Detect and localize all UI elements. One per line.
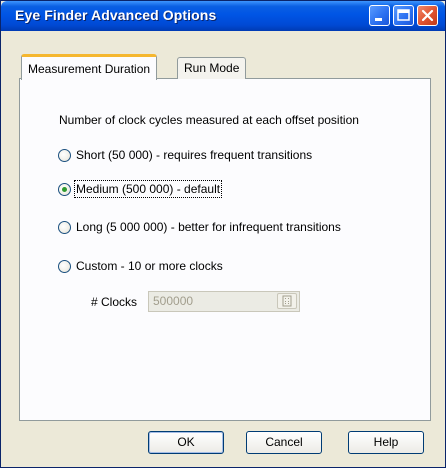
calculator-button[interactable] — [277, 293, 297, 309]
dialog-window: Eye Finder Advanced Options Measurement … — [0, 0, 446, 468]
ok-button[interactable]: OK — [148, 431, 224, 454]
radio-label[interactable]: Short (50 000) - requires frequent trans… — [76, 148, 312, 162]
help-button[interactable]: Help — [348, 431, 424, 454]
radio-label[interactable]: Long (5 000 000) - better for infrequent… — [76, 220, 341, 234]
intro-text: Number of clock cycles measured at each … — [59, 113, 359, 127]
radio-selected-dot — [62, 187, 67, 192]
radio-label[interactable]: Custom - 10 or more clocks — [76, 259, 223, 273]
minimize-button[interactable] — [369, 5, 390, 26]
maximize-button[interactable] — [393, 5, 414, 26]
radio-label[interactable]: Medium (500 000) - default — [73, 180, 223, 198]
window-title: Eye Finder Advanced Options — [15, 7, 217, 23]
tab-measurement-duration[interactable]: Measurement Duration — [21, 54, 158, 80]
maximize-icon — [397, 9, 410, 21]
calculator-icon — [282, 295, 292, 307]
radio-button[interactable] — [58, 260, 71, 273]
radio-button[interactable] — [58, 149, 71, 162]
close-icon — [421, 9, 434, 22]
minimize-icon — [375, 18, 382, 21]
radio-button[interactable] — [58, 221, 71, 234]
tab-run-mode[interactable]: Run Mode — [177, 57, 247, 79]
tab-panel-measurement-duration — [19, 78, 431, 421]
radio-button[interactable] — [58, 183, 71, 196]
title-bar[interactable]: Eye Finder Advanced Options — [1, 1, 445, 31]
cancel-button[interactable]: Cancel — [246, 431, 322, 454]
close-button[interactable] — [417, 5, 438, 26]
clocks-label: # Clocks — [91, 295, 138, 309]
